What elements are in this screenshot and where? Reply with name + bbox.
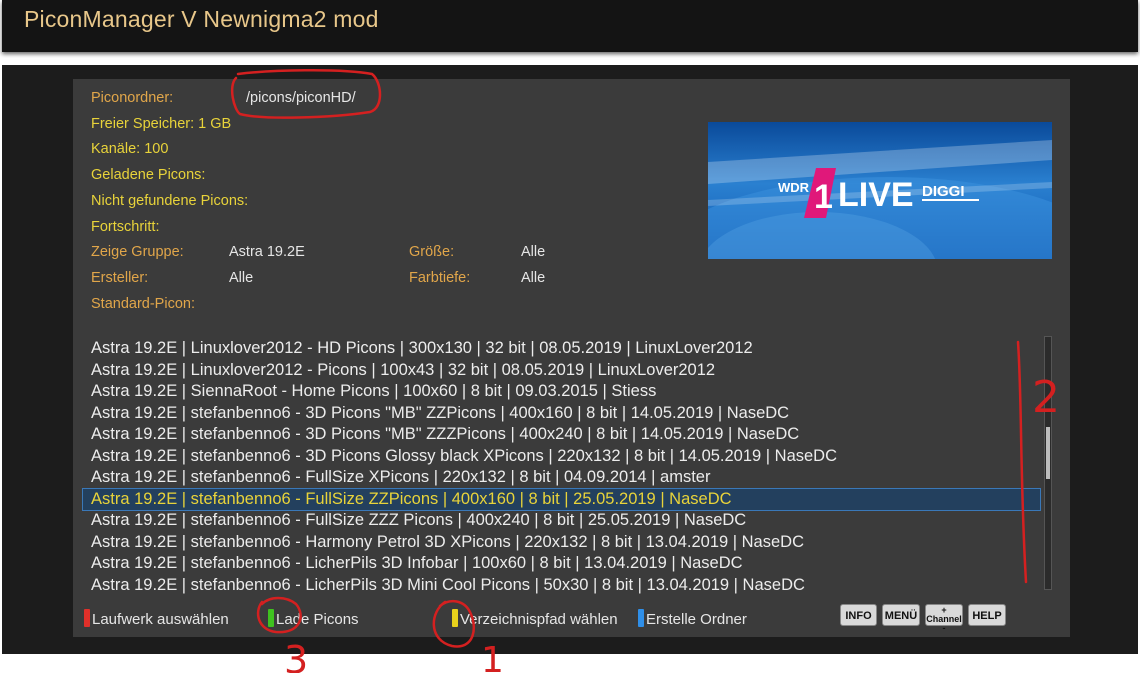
- annotation-layer: 2 1 3: [230, 68, 1060, 673]
- annotation-line-list: [1016, 340, 1028, 584]
- annotation-number-2: 2: [1032, 372, 1060, 423]
- annotation-circle-green: [256, 596, 302, 634]
- annotation-circle-folder: [230, 68, 382, 119]
- annotation-number-1: 1: [481, 640, 504, 673]
- annotation-number-3: 3: [284, 638, 308, 673]
- annotation-circle-yellow: [432, 599, 475, 648]
